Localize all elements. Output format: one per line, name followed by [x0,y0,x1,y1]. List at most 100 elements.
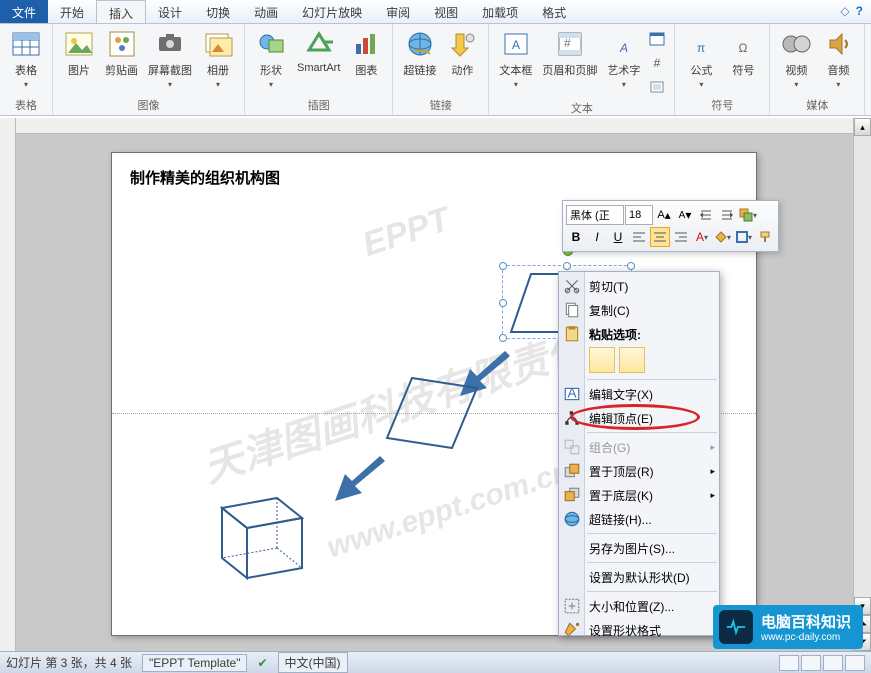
sorter-view-button[interactable] [801,655,821,671]
symbol-button[interactable]: Ω 符号 [723,26,763,80]
shape-outline-button[interactable]: ▾ [734,227,754,247]
screenshot-button[interactable]: 屏幕截图▾ [144,26,196,91]
ctx-bring-front[interactable]: 置于顶层(R) ▸ [559,459,719,483]
ctx-size-position[interactable]: 大小和位置(Z)... [559,594,719,618]
screenshot-label: 屏幕截图 [148,62,192,78]
ctx-copy-label: 复制(C) [589,302,630,319]
ctx-copy[interactable]: 复制(C) [559,298,719,322]
align-left-button[interactable] [629,227,649,247]
paste-opt-1[interactable] [589,347,615,373]
arrow-shape[interactable] [327,453,387,503]
tab-view[interactable]: 视图 [422,0,470,23]
work-area: 制作精美的组织机构图 EPPT 天津图画科技有限责任公司 www.eppt.co… [0,118,871,651]
tab-review[interactable]: 审阅 [374,0,422,23]
wordart-label: 艺术字 [607,62,640,78]
headerfooter-label: 页眉和页脚 [542,62,597,78]
group-illustration-label: 插图 [251,95,386,115]
tab-slideshow[interactable]: 幻灯片放映 [290,0,374,23]
video-button[interactable]: 视频▾ [776,26,816,91]
badge-url: www.pc-daily.com [761,632,851,643]
ctx-edit-text-label: 编辑文字(X) [589,386,653,403]
ruler-horizontal[interactable] [16,118,853,134]
template-name[interactable]: "EPPT Template" [142,654,247,672]
smartart-button[interactable]: SmartArt [293,26,344,76]
font-size-combo[interactable] [625,205,653,225]
ctx-edit-points[interactable]: 编辑顶点(E) [559,406,719,430]
wordart-button[interactable]: A 艺术字▾ [603,26,644,91]
cube-shape[interactable] [207,483,317,583]
tab-format[interactable]: 格式 [530,0,578,23]
underline-button[interactable]: U [608,227,628,247]
resize-handle[interactable] [563,262,571,270]
headerfooter-button[interactable]: # 页眉和页脚 [538,26,601,80]
object-button[interactable] [646,76,668,98]
ctx-cut[interactable]: 剪切(T) [559,274,719,298]
resize-handle[interactable] [499,299,507,307]
language-button[interactable]: 中文(中国) [278,652,348,673]
tab-transition[interactable]: 切换 [194,0,242,23]
group-link-label: 链接 [399,95,482,115]
vertical-scrollbar[interactable]: ▴ ▾ ⏶ ⏷ [853,118,871,651]
slide-number-button[interactable]: # [646,52,668,74]
minimize-ribbon-icon[interactable]: ◇ [840,4,849,19]
ctx-default-shape[interactable]: 设置为默认形状(D) [559,565,719,589]
bold-button[interactable]: B [566,227,586,247]
table-button[interactable]: 表格 ▾ [6,26,46,91]
shrink-font-button[interactable]: A▾ [675,205,695,225]
parallelogram-shape[interactable] [382,373,482,453]
chart-button[interactable]: 图表 [346,26,386,80]
normal-view-button[interactable] [779,655,799,671]
tab-file[interactable]: 文件 [0,0,48,23]
date-time-button[interactable] [646,28,668,50]
reading-view-button[interactable] [823,655,843,671]
action-button[interactable]: 动作 [442,26,482,80]
tab-insert[interactable]: 插入 [96,0,146,23]
svg-text:A: A [619,41,628,55]
ctx-send-back-label: 置于底层(K) [589,487,653,504]
increase-indent-button[interactable] [717,205,737,225]
group-table: 表格 ▾ 表格 [0,24,53,115]
video-label: 视频 [785,62,807,78]
align-right-button[interactable] [671,227,691,247]
equation-label: 公式 [690,62,712,78]
ctx-format-shape[interactable]: 设置形状格式 [559,618,719,642]
tab-addin[interactable]: 加载项 [470,0,530,23]
arrange-button[interactable]: ▾ [738,205,758,225]
resize-handle[interactable] [499,262,507,270]
font-combo[interactable] [566,205,624,225]
paste-opt-2[interactable] [619,347,645,373]
equation-button[interactable]: π 公式▾ [681,26,721,91]
font-color-button[interactable]: A▾ [692,227,712,247]
decrease-indent-button[interactable] [696,205,716,225]
ctx-cut-label: 剪切(T) [589,278,628,295]
ctx-send-back[interactable]: 置于底层(K) ▸ [559,483,719,507]
slideshow-view-button[interactable] [845,655,865,671]
shapes-button[interactable]: 形状▾ [251,26,291,91]
audio-button[interactable]: 音频▾ [818,26,858,91]
hyperlink-button[interactable]: 超链接 [399,26,440,80]
align-center-button[interactable] [650,227,670,247]
picture-button[interactable]: 图片 [59,26,99,80]
resize-handle[interactable] [499,334,507,342]
group-table-label: 表格 [6,95,46,115]
ctx-hyperlink[interactable]: 超链接(H)... [559,507,719,531]
clipart-button[interactable]: 剪贴画 [101,26,142,80]
shape-fill-button[interactable]: ▾ [713,227,733,247]
audio-label: 音频 [827,62,849,78]
textbox-button[interactable]: A 文本框▾ [495,26,536,91]
format-painter-button[interactable] [755,227,775,247]
resize-handle[interactable] [627,262,635,270]
tab-design[interactable]: 设计 [146,0,194,23]
scroll-up-button[interactable]: ▴ [854,118,871,136]
hyperlink-label: 超链接 [403,62,436,78]
tab-home[interactable]: 开始 [48,0,96,23]
ruler-vertical[interactable] [0,118,16,651]
spellcheck-icon[interactable]: ✔ [257,656,267,670]
album-button[interactable]: 相册▾ [198,26,238,91]
ctx-edit-text[interactable]: A 编辑文字(X) [559,382,719,406]
italic-button[interactable]: I [587,227,607,247]
grow-font-button[interactable]: A▴ [654,205,674,225]
help-icon[interactable]: ? [856,4,863,19]
ctx-save-as-picture[interactable]: 另存为图片(S)... [559,536,719,560]
tab-animation[interactable]: 动画 [242,0,290,23]
